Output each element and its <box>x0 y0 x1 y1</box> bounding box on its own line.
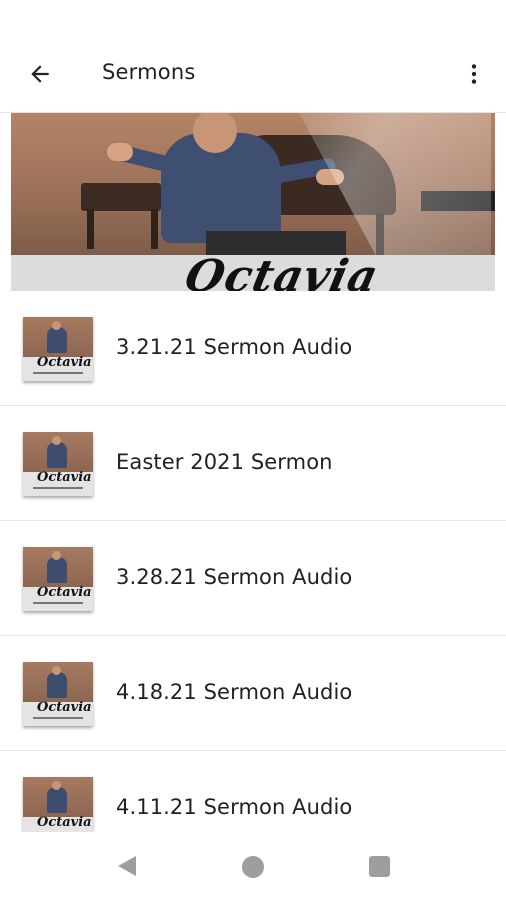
back-button[interactable] <box>22 56 58 92</box>
sermon-list-item[interactable]: Octavia Easter 2021 Sermon <box>0 406 506 521</box>
sermon-list-item[interactable]: Octavia 4.11.21 Sermon Audio <box>0 751 506 832</box>
sermon-list-item[interactable]: Octavia 3.21.21 Sermon Audio <box>0 291 506 406</box>
sermon-title: 4.18.21 Sermon Audio <box>116 680 353 704</box>
triangle-back-icon[interactable] <box>116 854 138 878</box>
square-recents-icon[interactable] <box>369 856 390 877</box>
hero-image: Octavia <box>11 113 495 291</box>
status-bar <box>0 0 506 36</box>
sermon-thumbnail: Octavia <box>23 662 93 726</box>
sermon-list-item[interactable]: Octavia 4.18.21 Sermon Audio <box>0 636 506 751</box>
circle-home-icon[interactable] <box>242 856 264 878</box>
app-bar: Sermons <box>0 36 506 112</box>
sermon-list-item[interactable]: Octavia 3.28.21 Sermon Audio <box>0 521 506 636</box>
hero-logo-text: Octavia <box>180 251 384 291</box>
sermon-title: Easter 2021 Sermon <box>116 450 333 474</box>
sermon-title: 4.11.21 Sermon Audio <box>116 795 353 819</box>
sermon-list: Octavia 3.21.21 Sermon Audio Octavia Eas… <box>0 291 506 832</box>
page-title: Sermons <box>102 60 196 84</box>
sermon-thumbnail: Octavia <box>23 777 93 832</box>
more-vert-icon <box>471 64 477 84</box>
overflow-menu-button[interactable] <box>456 56 492 92</box>
arrow-left-icon <box>31 65 49 83</box>
sermon-title: 3.28.21 Sermon Audio <box>116 565 353 589</box>
system-nav-bar <box>0 832 506 900</box>
sermon-thumbnail: Octavia <box>23 432 93 496</box>
sermon-title: 3.21.21 Sermon Audio <box>116 335 353 359</box>
sermon-thumbnail: Octavia <box>23 317 93 381</box>
sermon-thumbnail: Octavia <box>23 547 93 611</box>
bench-shape <box>81 183 161 211</box>
